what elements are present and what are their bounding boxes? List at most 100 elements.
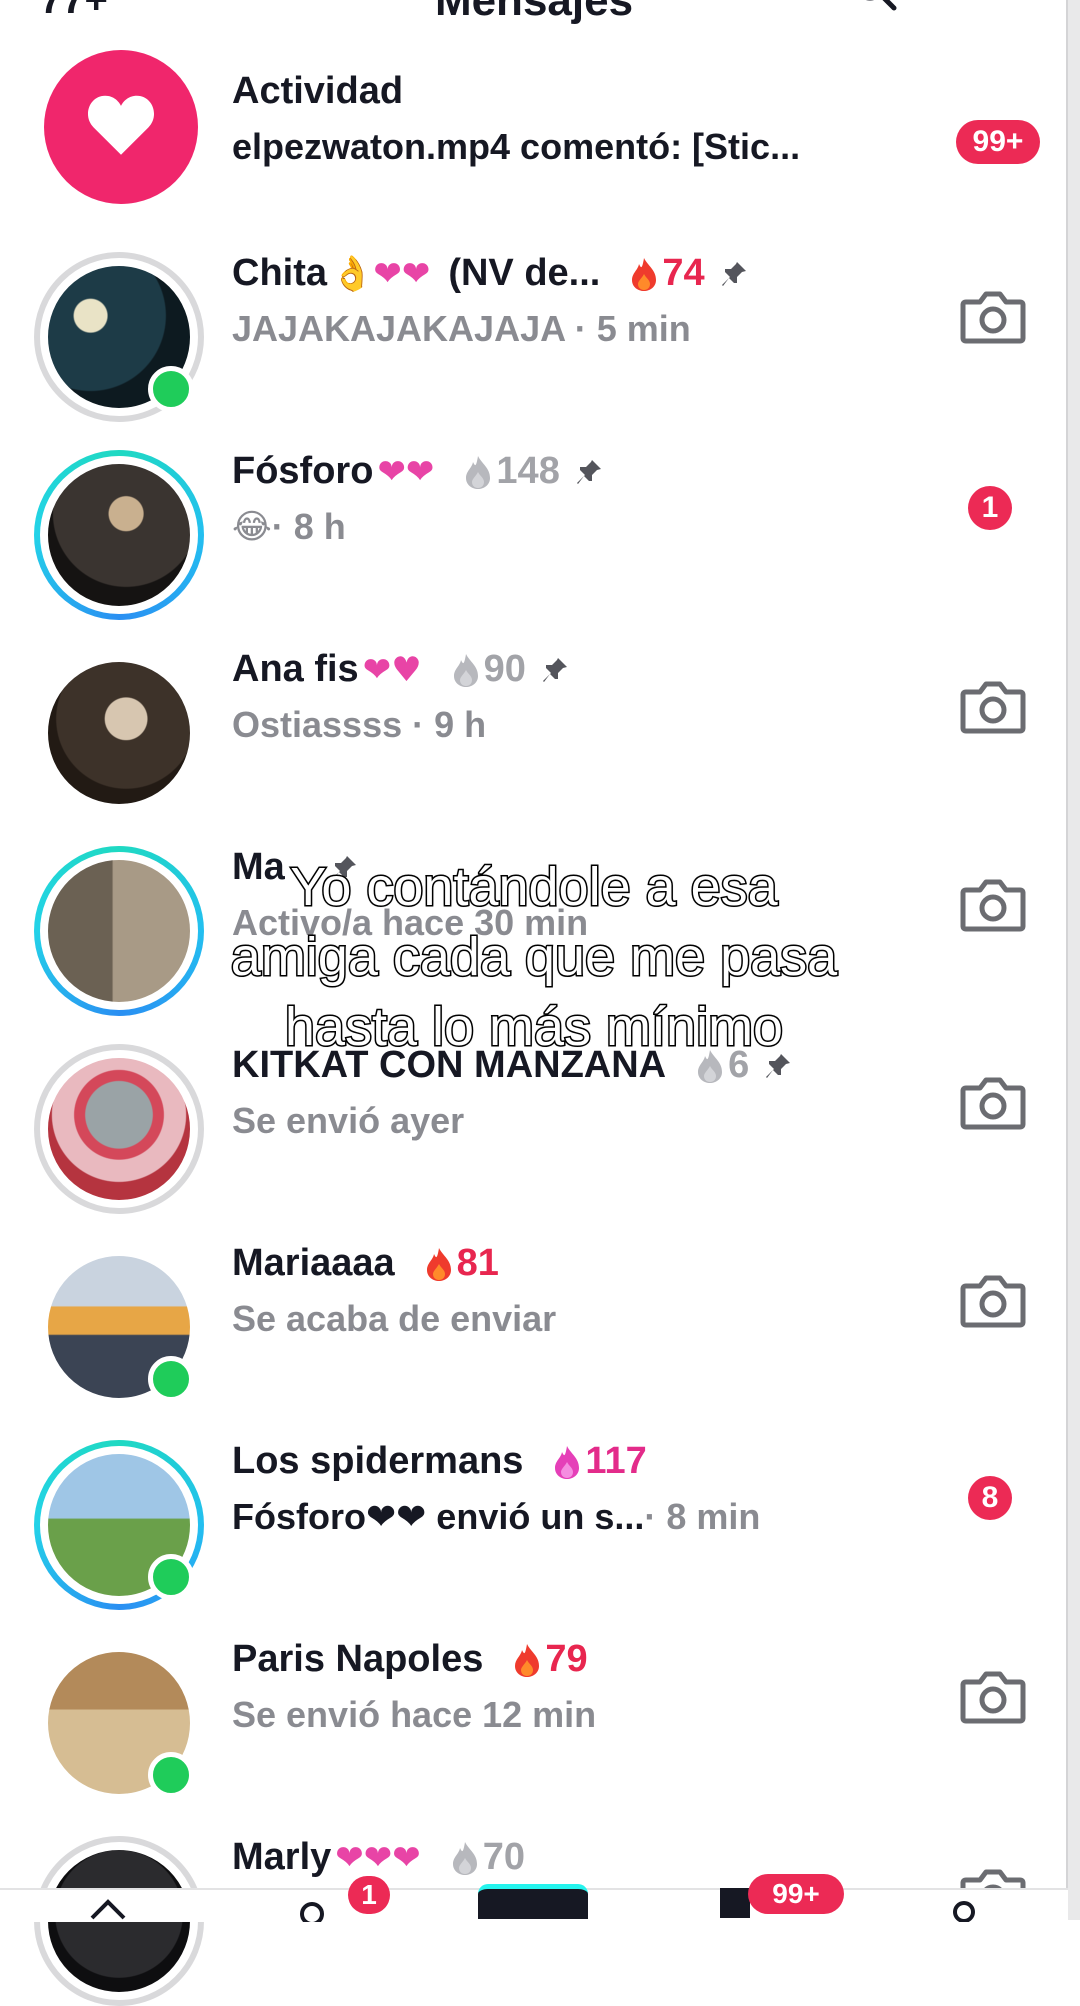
camera-icon[interactable] — [960, 1074, 1026, 1130]
streak-flame-icon — [426, 1247, 451, 1281]
pin-icon — [576, 459, 601, 484]
top-header: 77+ Mensajes — [0, 0, 1068, 40]
name-emojis: ❤❤❤ — [335, 1837, 421, 1878]
streak-flame-icon — [466, 455, 491, 489]
online-indicator — [148, 1554, 194, 1600]
chat-row[interactable]: Ana fis ❤♥ 90 Ostiassss · 9 h — [0, 608, 1068, 808]
chat-name: Ana fis — [232, 648, 359, 690]
profile-badge: 99+ — [748, 1874, 844, 1914]
chat-row[interactable]: Paris Napoles 79 Se envió hace 12 min — [0, 1598, 1068, 1798]
streak-flame-icon — [515, 1643, 540, 1677]
chat-subtitle: Se envió hace 12 min — [232, 1694, 596, 1736]
caption-line-2: amiga cada que me pasa — [229, 926, 838, 989]
chat-row[interactable]: Fósforo ❤❤ 148 😂 · 8 h 1 — [0, 410, 1068, 620]
chat-name: Chita — [232, 252, 327, 294]
chat-name-line: Paris Napoles 79 — [232, 1638, 588, 1681]
avatar — [44, 460, 194, 610]
chat-name-line: Mariaaaa 81 — [232, 1242, 499, 1285]
chat-subtitle: Se acaba de enviar — [232, 1298, 556, 1340]
streak-count: 70 — [482, 1836, 526, 1878]
streak-flame-icon — [453, 653, 478, 687]
streak-count: 74 — [662, 252, 705, 294]
avatar-wrap[interactable] — [34, 1638, 204, 1808]
pin-icon — [721, 261, 746, 286]
avatar-wrap[interactable] — [34, 648, 204, 818]
chat-row[interactable]: Mariaaaa 81 Se acaba de enviar — [0, 1202, 1068, 1402]
avatar — [44, 658, 194, 808]
streak-flame-icon — [555, 1445, 580, 1479]
avatar — [44, 1054, 194, 1204]
activity-subtitle: elpezwaton.mp4 comentó: [Stic... — [232, 126, 801, 167]
avatar-wrap[interactable] — [34, 252, 204, 422]
chat-subtitle: 😂 · 8 h — [232, 506, 346, 548]
chat-name: Marly — [232, 1836, 332, 1878]
chat-name: Los spidermans — [232, 1440, 524, 1482]
chat-name-line: Los spidermans 117 — [232, 1440, 647, 1483]
caption-line-1: Yo contándole a esa — [289, 856, 779, 919]
streak-badge: 70 — [451, 1836, 525, 1879]
streak-flame-icon — [452, 1841, 477, 1875]
chat-name: Fósforo — [232, 450, 374, 492]
online-indicator — [148, 366, 194, 412]
streak-badge: 74 — [630, 252, 748, 295]
chat-rows: Chita 👌❤❤ (NV de... 74 JAJAKAJAKAJAJA · 5 … — [0, 212, 1068, 2006]
sub-emoji: 😂 — [232, 507, 272, 547]
chat-name: Paris Napoles — [232, 1638, 484, 1680]
streak-count: 148 — [496, 450, 560, 492]
last-message: · 8 h — [271, 506, 346, 547]
activity-title: Actividad — [232, 70, 404, 112]
inbox-badge: 1 — [348, 1876, 390, 1914]
streak-flame-icon — [632, 257, 657, 291]
create-button[interactable] — [478, 1884, 588, 1919]
page-title: Mensajes — [434, 0, 634, 25]
last-message: Se acaba de enviar — [232, 1298, 557, 1339]
activity-row[interactable]: Actividad elpezwaton.mp4 comentó: [Stic.… — [0, 42, 1068, 212]
last-message: Se envió ayer — [232, 1100, 465, 1141]
avatar-wrap[interactable] — [34, 1440, 204, 1610]
chat-row[interactable]: Los spidermans 117 Fósforo❤❤ envió un s.… — [0, 1400, 1068, 1610]
search-icon[interactable] — [850, 0, 898, 12]
camera-icon[interactable] — [960, 288, 1026, 344]
last-message: Fósforo❤❤ envió un s... — [232, 1496, 645, 1537]
streak-count: 79 — [545, 1638, 588, 1680]
streak-badge: 148 — [464, 450, 603, 493]
heart-icon — [87, 95, 155, 155]
activity-avatar — [44, 50, 198, 204]
chat-subtitle: Fósforo❤❤ envió un s... · 8 min — [232, 1496, 760, 1538]
camera-icon[interactable] — [960, 1272, 1026, 1328]
avatar-wrap[interactable] — [34, 1242, 204, 1412]
streak-count: 90 — [483, 648, 526, 690]
activity-badge: 99+ — [956, 120, 1040, 164]
last-message: Se envió hace 12 min — [232, 1694, 597, 1735]
name-emojis: ❤❤ — [377, 451, 435, 492]
unread-badge: 8 — [968, 1476, 1012, 1520]
last-message: JAJAKAJAKAJAJA · 5 min — [232, 308, 691, 349]
chat-name-line: Fósforo ❤❤ 148 — [232, 450, 604, 493]
streak-badge: 90 — [452, 648, 570, 691]
camera-icon[interactable] — [960, 1668, 1026, 1724]
scrollbar-edge — [1066, 0, 1080, 1920]
name-emojis: 👌❤❤ — [331, 253, 431, 294]
last-message-time: · 8 min — [644, 1496, 761, 1537]
last-message: Ostiassss · 9 h — [232, 704, 487, 745]
camera-icon[interactable] — [960, 678, 1026, 734]
profile-icon[interactable] — [944, 1896, 984, 1922]
streak-badge: 117 — [553, 1440, 647, 1483]
online-indicator — [148, 1356, 194, 1402]
video-caption: Yo contándole a esa amiga cada que me pa… — [0, 852, 1068, 1062]
chat-row[interactable]: Chita 👌❤❤ (NV de... 74 JAJAKAJAKAJAJA · 5 … — [0, 212, 1068, 422]
name-suffix: (NV de... — [448, 252, 601, 294]
chat-subtitle: Ostiassss · 9 h — [232, 704, 486, 746]
home-icon[interactable] — [88, 1896, 128, 1922]
friends-icon[interactable] — [292, 1896, 332, 1922]
chat-name: Mariaaaa — [232, 1242, 395, 1284]
online-indicator — [148, 1752, 194, 1798]
chat-name-line: Chita 👌❤❤ (NV de... 74 — [232, 252, 749, 295]
avatar-wrap[interactable] — [34, 450, 204, 620]
streak-badge: 81 — [425, 1242, 499, 1285]
avatar-wrap[interactable] — [34, 1044, 204, 1214]
pin-icon — [542, 657, 567, 682]
caption-line-3: hasta lo más mínimo — [283, 996, 784, 1059]
streak-badge: 79 — [513, 1638, 588, 1681]
inbox-tab[interactable] — [720, 1888, 750, 1918]
